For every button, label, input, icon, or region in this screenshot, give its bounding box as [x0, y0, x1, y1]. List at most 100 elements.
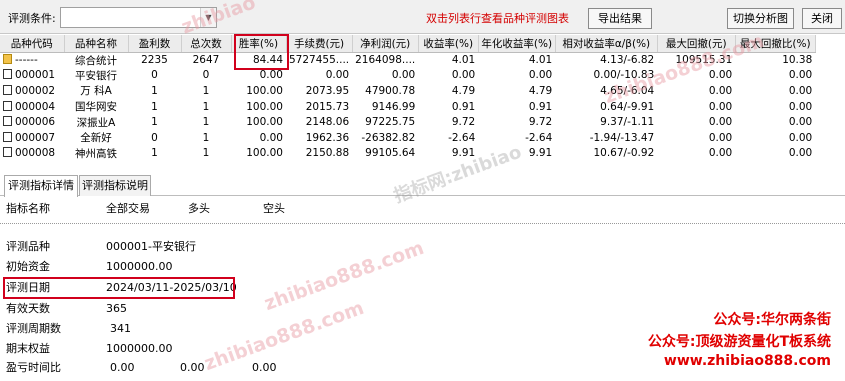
cell-fee: 2150.88	[305, 147, 350, 160]
metric-label: 初始资金	[6, 260, 50, 273]
cell-wins: 1	[151, 100, 158, 113]
cell-return: 4.01	[451, 54, 476, 67]
cell-name: 国华网安	[75, 101, 117, 114]
checkbox-icon[interactable]	[3, 147, 12, 158]
cell-return: 9.72	[451, 116, 476, 129]
cell-fee: 1962.36	[305, 131, 350, 144]
condition-label: 评测条件:	[8, 12, 56, 25]
cell-winrate: 100.00	[246, 116, 283, 129]
header-all-trades: 全部交易	[106, 202, 150, 215]
cell-name: 深振业A	[76, 116, 116, 129]
metric-value: 0.00	[110, 361, 135, 374]
cell-max-drawdown-ratio: 0.00	[788, 69, 813, 82]
table-row[interactable]: 000008 神州高铁 1 1 100.00 2150.88 99105.64 …	[0, 146, 815, 162]
cell-relative-return: 4.13/-6.82	[600, 54, 655, 67]
header-long: 多头	[188, 202, 210, 215]
checkbox-icon[interactable]	[3, 69, 12, 80]
header-short: 空头	[263, 202, 285, 215]
cell-annual-return: 0.00	[528, 69, 553, 82]
cell-fee: 2073.95	[305, 84, 350, 97]
metric-label: 评测品种	[6, 240, 50, 253]
summary-icon	[3, 54, 12, 65]
col-header-netprofit[interactable]: 净利润(元)	[352, 35, 419, 53]
toolbar: 评测条件: ▼ 双击列表行查看品种评测图表 导出结果 切换分析图 关闭	[0, 0, 845, 34]
cell-max-drawdown: 0.00	[708, 147, 733, 160]
cell-netprofit: 2164098....	[355, 54, 416, 67]
metric-value-long: 0.00	[180, 361, 205, 374]
cell-return: 4.79	[451, 84, 476, 97]
cell-netprofit: 0.00	[391, 69, 416, 82]
switch-chart-button[interactable]: 切换分析图	[727, 8, 794, 29]
cell-total: 0	[202, 69, 210, 82]
metric-label: 期末权益	[6, 342, 50, 355]
cell-total: 2647	[192, 54, 220, 67]
cell-wins: 1	[151, 84, 158, 97]
cell-total: 1	[202, 84, 210, 97]
cell-relative-return: 9.37/-1.11	[600, 116, 655, 129]
tab-metric-description[interactable]: 评测指标说明	[79, 175, 151, 196]
cell-total: 1	[202, 116, 210, 129]
promo-line-2: 公众号:顶级游资量化T板系统	[647, 334, 831, 350]
cell-max-drawdown-ratio: 0.00	[788, 84, 813, 97]
checkbox-icon[interactable]	[3, 131, 12, 142]
cell-max-drawdown-ratio: 0.00	[788, 100, 813, 113]
cell-relative-return: -1.94/-13.47	[589, 131, 655, 144]
col-header-return[interactable]: 收益率(%)	[418, 35, 479, 53]
col-header-annual-return[interactable]: 年化收益率(%)	[478, 35, 556, 53]
cell-winrate: 100.00	[246, 84, 283, 97]
checkbox-icon[interactable]	[3, 116, 12, 127]
cell-total: 1	[202, 131, 210, 144]
close-button[interactable]: 关闭	[802, 8, 842, 29]
divider	[0, 223, 845, 224]
cell-wins: 0	[151, 69, 158, 82]
cell-netprofit: 97225.75	[365, 116, 416, 129]
tab-metric-details[interactable]: 评测指标详情	[4, 175, 78, 197]
cell-wins: 1	[151, 147, 158, 160]
cell-name: 万 科A	[80, 85, 112, 98]
cell-winrate: 100.00	[246, 147, 283, 160]
table-row[interactable]: 000006 深振业A 1 1 100.00 2148.06 97225.75 …	[0, 114, 815, 130]
cell-name: 综合统计	[75, 54, 117, 67]
export-button[interactable]: 导出结果	[588, 8, 652, 29]
cell-netprofit: -26382.82	[361, 131, 416, 144]
table-row[interactable]: 000002 万 科A 1 1 100.00 2073.95 47900.78 …	[0, 83, 815, 99]
cell-fee: 0.00	[325, 69, 350, 82]
cell-relative-return: 10.67/-0.92	[593, 147, 655, 160]
cell-annual-return: 9.72	[528, 116, 553, 129]
metric-value: 1000000.00	[106, 260, 173, 273]
col-header-fee[interactable]: 手续费(元)	[286, 35, 353, 53]
cell-annual-return: 4.01	[528, 54, 553, 67]
cell-code: 000006	[15, 116, 56, 129]
cell-code: 000008	[15, 147, 56, 160]
cell-code: 000002	[15, 84, 56, 97]
cell-fee: 5727455....	[289, 54, 350, 67]
col-header-relative-return[interactable]: 相对收益率α/β(%)	[555, 35, 658, 53]
checkbox-icon[interactable]	[3, 84, 12, 95]
metric-value: 000001-平安银行	[106, 240, 196, 253]
winrate-highlight	[234, 34, 289, 70]
table-row[interactable]: 000007 全新好 0 1 0.00 1962.36 -26382.82 -2…	[0, 130, 815, 146]
cell-max-drawdown-ratio: 0.00	[788, 147, 813, 160]
cell-return: -2.64	[448, 131, 476, 144]
col-header-code[interactable]: 品种代码	[0, 35, 65, 53]
cell-name: 全新好	[80, 132, 112, 145]
cell-max-drawdown: 0.00	[708, 131, 733, 144]
metric-label: 盈亏时间比	[6, 361, 61, 374]
cell-wins: 0	[151, 131, 158, 144]
cell-annual-return: 0.91	[528, 100, 553, 113]
cell-annual-return: 4.79	[528, 84, 553, 97]
cell-wins: 1	[151, 116, 158, 129]
cell-total: 1	[202, 147, 210, 160]
cell-name: 神州高铁	[75, 147, 117, 160]
cell-fee: 2015.73	[305, 100, 350, 113]
cell-winrate: 0.00	[259, 131, 283, 144]
table-row[interactable]: 000004 国华网安 1 1 100.00 2015.73 9146.99 0…	[0, 99, 815, 115]
col-header-wins[interactable]: 盈利数	[128, 35, 182, 53]
col-header-name[interactable]: 品种名称	[64, 35, 129, 53]
metric-value: 341	[110, 322, 131, 335]
cell-netprofit: 9146.99	[371, 100, 416, 113]
checkbox-icon[interactable]	[3, 100, 12, 111]
cell-max-drawdown: 0.00	[708, 116, 733, 129]
header-metric-name: 指标名称	[6, 202, 50, 215]
cell-code: 000007	[15, 131, 56, 144]
